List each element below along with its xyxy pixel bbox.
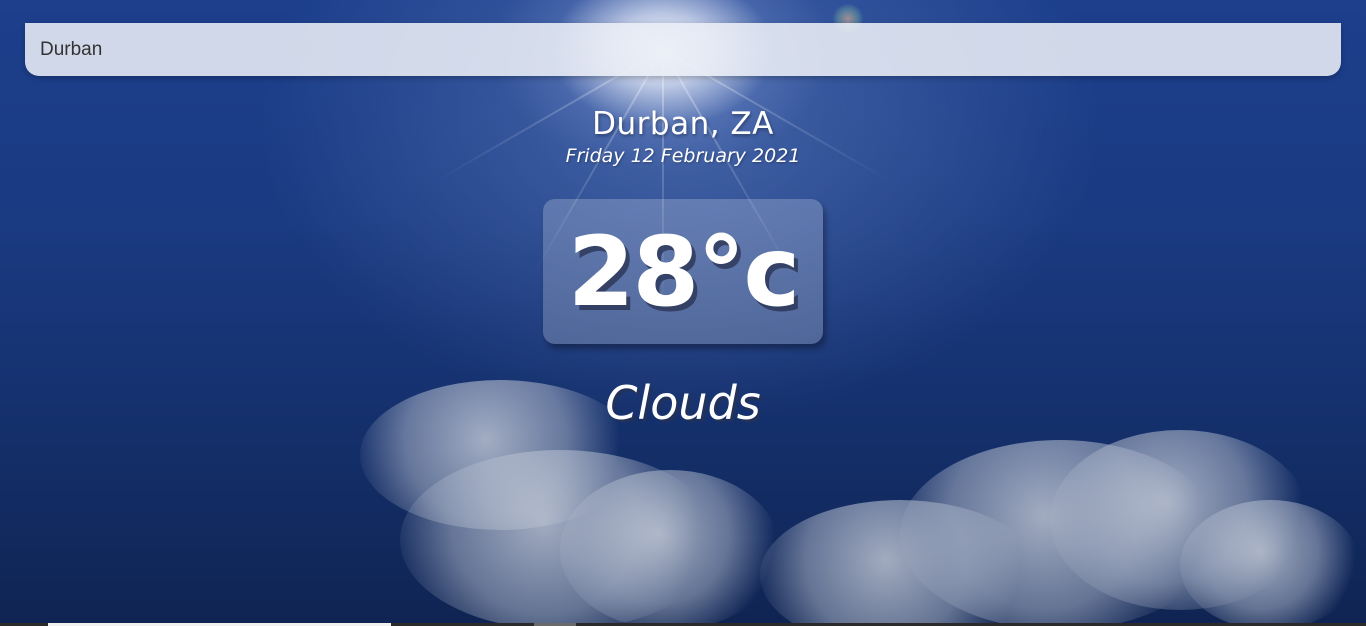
search-input[interactable] [40, 23, 1326, 76]
cloud [1180, 500, 1360, 626]
cloud [560, 470, 780, 626]
date-label: Friday 12 February 2021 [565, 145, 801, 167]
weather-condition: Clouds [605, 376, 761, 430]
location-title: Durban, ZA [592, 106, 774, 142]
search-bar[interactable] [25, 23, 1341, 76]
temperature-value: 28°c [567, 215, 800, 328]
temperature-box: 28°c [543, 199, 823, 344]
